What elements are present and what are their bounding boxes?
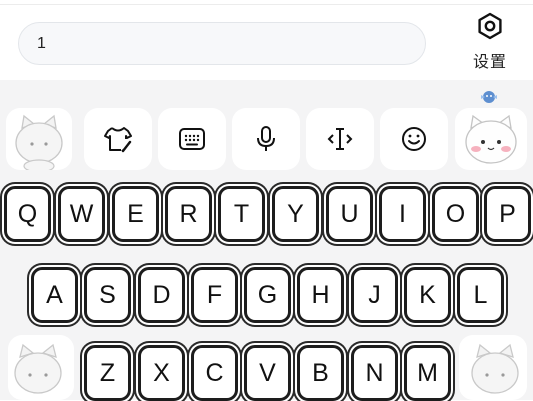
key-n[interactable]: N: [351, 345, 398, 401]
kitty-sticker-left[interactable]: [6, 108, 72, 170]
top-divider: [0, 4, 533, 5]
settings-button[interactable]: 设置: [462, 12, 518, 74]
hexagon-settings-icon: [478, 12, 502, 40]
kitty-sticker-bottom-right[interactable]: [459, 335, 527, 400]
key-p[interactable]: P: [484, 186, 531, 242]
key-y[interactable]: Y: [272, 186, 319, 242]
kitty-sticker-icon: [471, 343, 519, 394]
microphone-icon: [257, 126, 275, 151]
kitty-sticker-icon: [14, 343, 62, 394]
key-a[interactable]: A: [31, 267, 78, 323]
key-m[interactable]: M: [404, 345, 451, 401]
search-input[interactable]: 1: [18, 22, 426, 65]
bird-mascot-icon: [481, 91, 497, 103]
theme-button[interactable]: [84, 108, 152, 170]
key-i[interactable]: I: [379, 186, 426, 242]
key-w[interactable]: W: [58, 186, 105, 242]
key-r[interactable]: R: [165, 186, 212, 242]
tshirt-brush-icon: [104, 127, 132, 153]
key-c[interactable]: C: [191, 345, 238, 401]
key-g[interactable]: G: [244, 267, 291, 323]
keyboard-icon: [179, 128, 205, 150]
key-b[interactable]: B: [297, 345, 344, 401]
key-z[interactable]: Z: [84, 345, 131, 401]
key-u[interactable]: U: [326, 186, 373, 242]
key-l[interactable]: L: [457, 267, 504, 323]
key-q[interactable]: Q: [4, 186, 51, 242]
key-o[interactable]: O: [432, 186, 479, 242]
kitty-sticker-right[interactable]: [455, 108, 527, 170]
kitty-sticker-icon: [15, 114, 63, 170]
smiley-icon: [402, 127, 426, 151]
kitty-sticker-bottom-left[interactable]: [8, 335, 74, 400]
key-v[interactable]: V: [244, 345, 291, 401]
key-j[interactable]: J: [351, 267, 398, 323]
key-e[interactable]: E: [112, 186, 159, 242]
kitty-blush-icon: [465, 114, 517, 164]
search-input-value: 1: [37, 35, 46, 52]
key-x[interactable]: X: [138, 345, 185, 401]
emoji-button[interactable]: [380, 108, 448, 170]
cursor-move-icon: [327, 128, 353, 150]
voice-button[interactable]: [232, 108, 300, 170]
key-h[interactable]: H: [297, 267, 344, 323]
key-s[interactable]: S: [84, 267, 131, 323]
settings-label: 设置: [472, 52, 507, 71]
top-bar: 1 设置: [0, 0, 533, 80]
key-d[interactable]: D: [138, 267, 185, 323]
key-f[interactable]: F: [191, 267, 238, 323]
cursor-edit-button[interactable]: [306, 108, 374, 170]
keyboard-layout-button[interactable]: [158, 108, 226, 170]
key-t[interactable]: T: [218, 186, 265, 242]
key-k[interactable]: K: [404, 267, 451, 323]
